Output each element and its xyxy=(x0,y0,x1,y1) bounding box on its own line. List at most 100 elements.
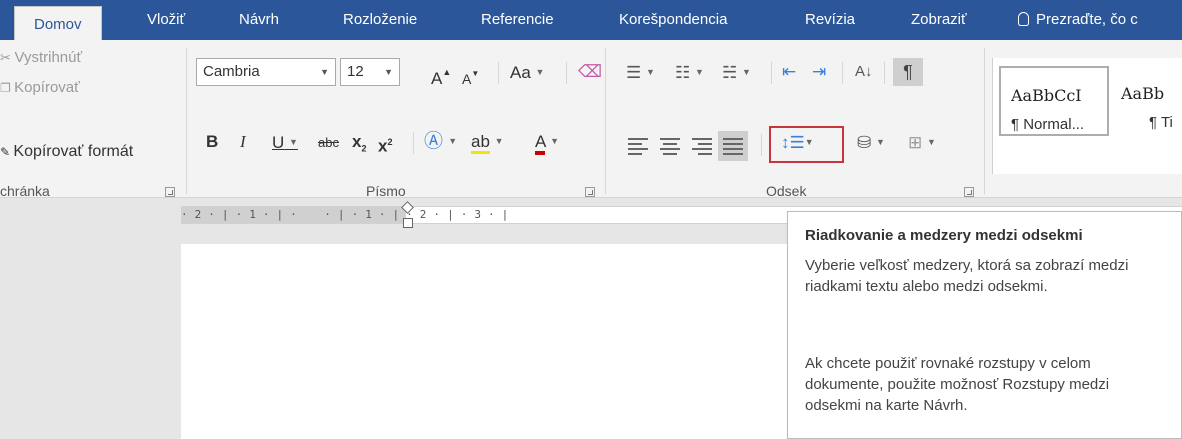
superscript-button[interactable]: x2 xyxy=(378,128,392,161)
tell-me-box[interactable]: Prezraďte, čo c xyxy=(1018,0,1138,40)
chevron-down-icon: ▼ xyxy=(320,67,329,77)
tab-design[interactable]: Návrh xyxy=(239,0,279,40)
justify-icon xyxy=(723,138,743,155)
align-center-icon[interactable] xyxy=(660,138,680,155)
text-effects-button[interactable]: Ⓐ ▼ xyxy=(424,127,457,156)
shading-button[interactable]: ⛁ ▼ xyxy=(857,128,885,157)
chevron-down-icon: ▼ xyxy=(550,136,560,146)
bullets-button[interactable]: ☰ ▼ xyxy=(626,58,655,87)
chevron-down-icon: ▼ xyxy=(289,137,298,147)
chevron-down-icon: ▼ xyxy=(384,67,393,77)
paintbrush-icon: ✎ xyxy=(0,145,14,159)
style-normal-sample: AaBbCcI xyxy=(1011,86,1082,105)
lightbulb-icon xyxy=(1018,12,1029,26)
font-dialog-launcher[interactable] xyxy=(585,187,595,197)
bold-button[interactable]: B xyxy=(206,128,218,156)
style-title[interactable]: AaBb ¶ Ti xyxy=(1117,66,1182,136)
sort-button[interactable]: A↓ xyxy=(855,58,873,86)
italic-button[interactable]: I xyxy=(240,128,246,156)
divider xyxy=(842,62,843,84)
ruler-markings: · 2 · | · 1 · | · · | · 1 · | · 2 · | · … xyxy=(181,208,509,221)
paragraph-dialog-launcher[interactable] xyxy=(964,187,974,197)
group-divider xyxy=(984,48,985,194)
font-family-value: Cambria xyxy=(203,63,260,80)
align-left-icon[interactable] xyxy=(628,138,648,155)
cut-button[interactable]: ✂ Vystrihnúť xyxy=(0,49,82,66)
tab-mailings[interactable]: Korešpondencia xyxy=(619,0,727,40)
highlight-color-button[interactable]: ab ▼ xyxy=(471,127,504,156)
divider xyxy=(566,62,567,84)
left-indent-marker[interactable] xyxy=(403,218,413,228)
group-divider xyxy=(186,48,187,194)
shrink-font-button[interactable]: A▼ xyxy=(462,60,479,93)
copy-label: Kopírovať xyxy=(14,79,80,96)
show-formatting-marks-button[interactable]: ¶ xyxy=(893,58,923,86)
divider xyxy=(761,134,762,156)
copy-icon: ❐ xyxy=(0,81,15,95)
font-group-label: Písmo xyxy=(366,183,406,199)
grow-font-button[interactable]: A▲ xyxy=(431,58,451,93)
clipboard-dialog-launcher[interactable] xyxy=(165,187,175,197)
borders-icon: ⊞ xyxy=(908,133,923,152)
chevron-down-icon: ▼ xyxy=(926,137,936,147)
group-divider xyxy=(605,48,606,194)
style-normal-name: ¶ Normal... xyxy=(1011,116,1085,133)
change-case-label: Aa xyxy=(510,63,531,82)
format-painter-label: Kopírovať formát xyxy=(13,143,134,160)
divider xyxy=(771,62,772,84)
underline-button[interactable]: U ▼ xyxy=(272,128,298,157)
style-normal[interactable]: AaBbCcI ¶ Normal... xyxy=(999,66,1109,136)
decrease-indent-button[interactable]: ⇤ xyxy=(782,58,796,86)
highlighter-icon: ab xyxy=(471,132,490,154)
scissors-icon: ✂ xyxy=(0,50,15,65)
copy-button[interactable]: ❐ Kopírovať xyxy=(0,79,80,96)
divider xyxy=(884,62,885,84)
chevron-down-icon: ▼ xyxy=(645,67,655,77)
paragraph-group-label: Odsek xyxy=(766,183,807,199)
tell-me-text: Prezraďte, čo c xyxy=(1036,11,1138,28)
underline-label: U xyxy=(272,133,285,152)
clipboard-group-label: chránka xyxy=(0,183,50,199)
divider xyxy=(498,62,499,84)
borders-button[interactable]: ⊞ ▼ xyxy=(908,128,936,157)
tooltip-hint: Ak chcete použiť rovnaké rozstupy v celo… xyxy=(805,355,1110,414)
chevron-down-icon: ▼ xyxy=(448,136,458,146)
tab-home[interactable]: Domov xyxy=(14,6,102,40)
font-family-combo[interactable]: Cambria ▼ xyxy=(196,58,336,86)
chevron-down-icon: ▼ xyxy=(875,137,885,147)
tab-references[interactable]: Referencie xyxy=(481,0,554,40)
font-size-value: 12 xyxy=(347,63,364,80)
divider xyxy=(413,132,414,154)
justify-button[interactable] xyxy=(718,131,748,161)
font-size-combo[interactable]: 12 ▼ xyxy=(340,58,400,86)
style-title-sample: AaBb xyxy=(1121,84,1165,103)
tab-view[interactable]: Zobraziť xyxy=(911,0,967,40)
subscript-button[interactable]: x2 xyxy=(352,128,366,162)
strikethrough-button[interactable]: abc xyxy=(318,129,339,157)
numbering-button[interactable]: ☷ ▼ xyxy=(675,58,704,87)
tab-review[interactable]: Revízia xyxy=(805,0,855,40)
font-color-button[interactable]: A ▼ xyxy=(535,127,559,156)
change-case-button[interactable]: Aa ▼ xyxy=(510,58,544,87)
chevron-down-icon: ▼ xyxy=(535,67,545,77)
ribbon: ✂ Vystrihnúť ❐ Kopírovať ✎ Kopírovať for… xyxy=(0,40,1182,199)
chevron-down-icon: ▼ xyxy=(494,136,504,146)
line-spacing-tooltip: Riadkovanie a medzery medzi odsekmi Vybe… xyxy=(787,211,1182,439)
tooltip-title: Riadkovanie a medzery medzi odsekmi xyxy=(805,227,1083,244)
tab-insert[interactable]: Vložiť xyxy=(147,0,185,40)
cut-label: Vystrihnúť xyxy=(14,49,83,66)
styles-gallery: AaBbCcI ¶ Normal... AaBb ¶ Ti xyxy=(992,58,1182,174)
align-right-icon[interactable] xyxy=(692,138,712,155)
increase-indent-button[interactable]: ⇥ xyxy=(812,58,826,86)
line-spacing-highlight xyxy=(769,126,844,163)
multilevel-list-button[interactable]: ☵ ▼ xyxy=(722,58,751,87)
format-painter-button[interactable]: ✎ Kopírovať formát xyxy=(0,143,133,161)
eraser-icon[interactable]: ⌫ xyxy=(578,58,602,86)
font-color-icon: A xyxy=(535,132,546,155)
style-title-name: ¶ Ti xyxy=(1149,114,1173,131)
tab-layout[interactable]: Rozloženie xyxy=(343,0,417,40)
tooltip-description: Vyberie veľkosť medzery, ktorá sa zobraz… xyxy=(805,257,1129,295)
paint-bucket-icon: ⛁ xyxy=(857,133,872,152)
ribbon-tab-bar: Domov Vložiť Návrh Rozloženie Referencie… xyxy=(0,0,1182,40)
chevron-down-icon: ▼ xyxy=(741,67,751,77)
